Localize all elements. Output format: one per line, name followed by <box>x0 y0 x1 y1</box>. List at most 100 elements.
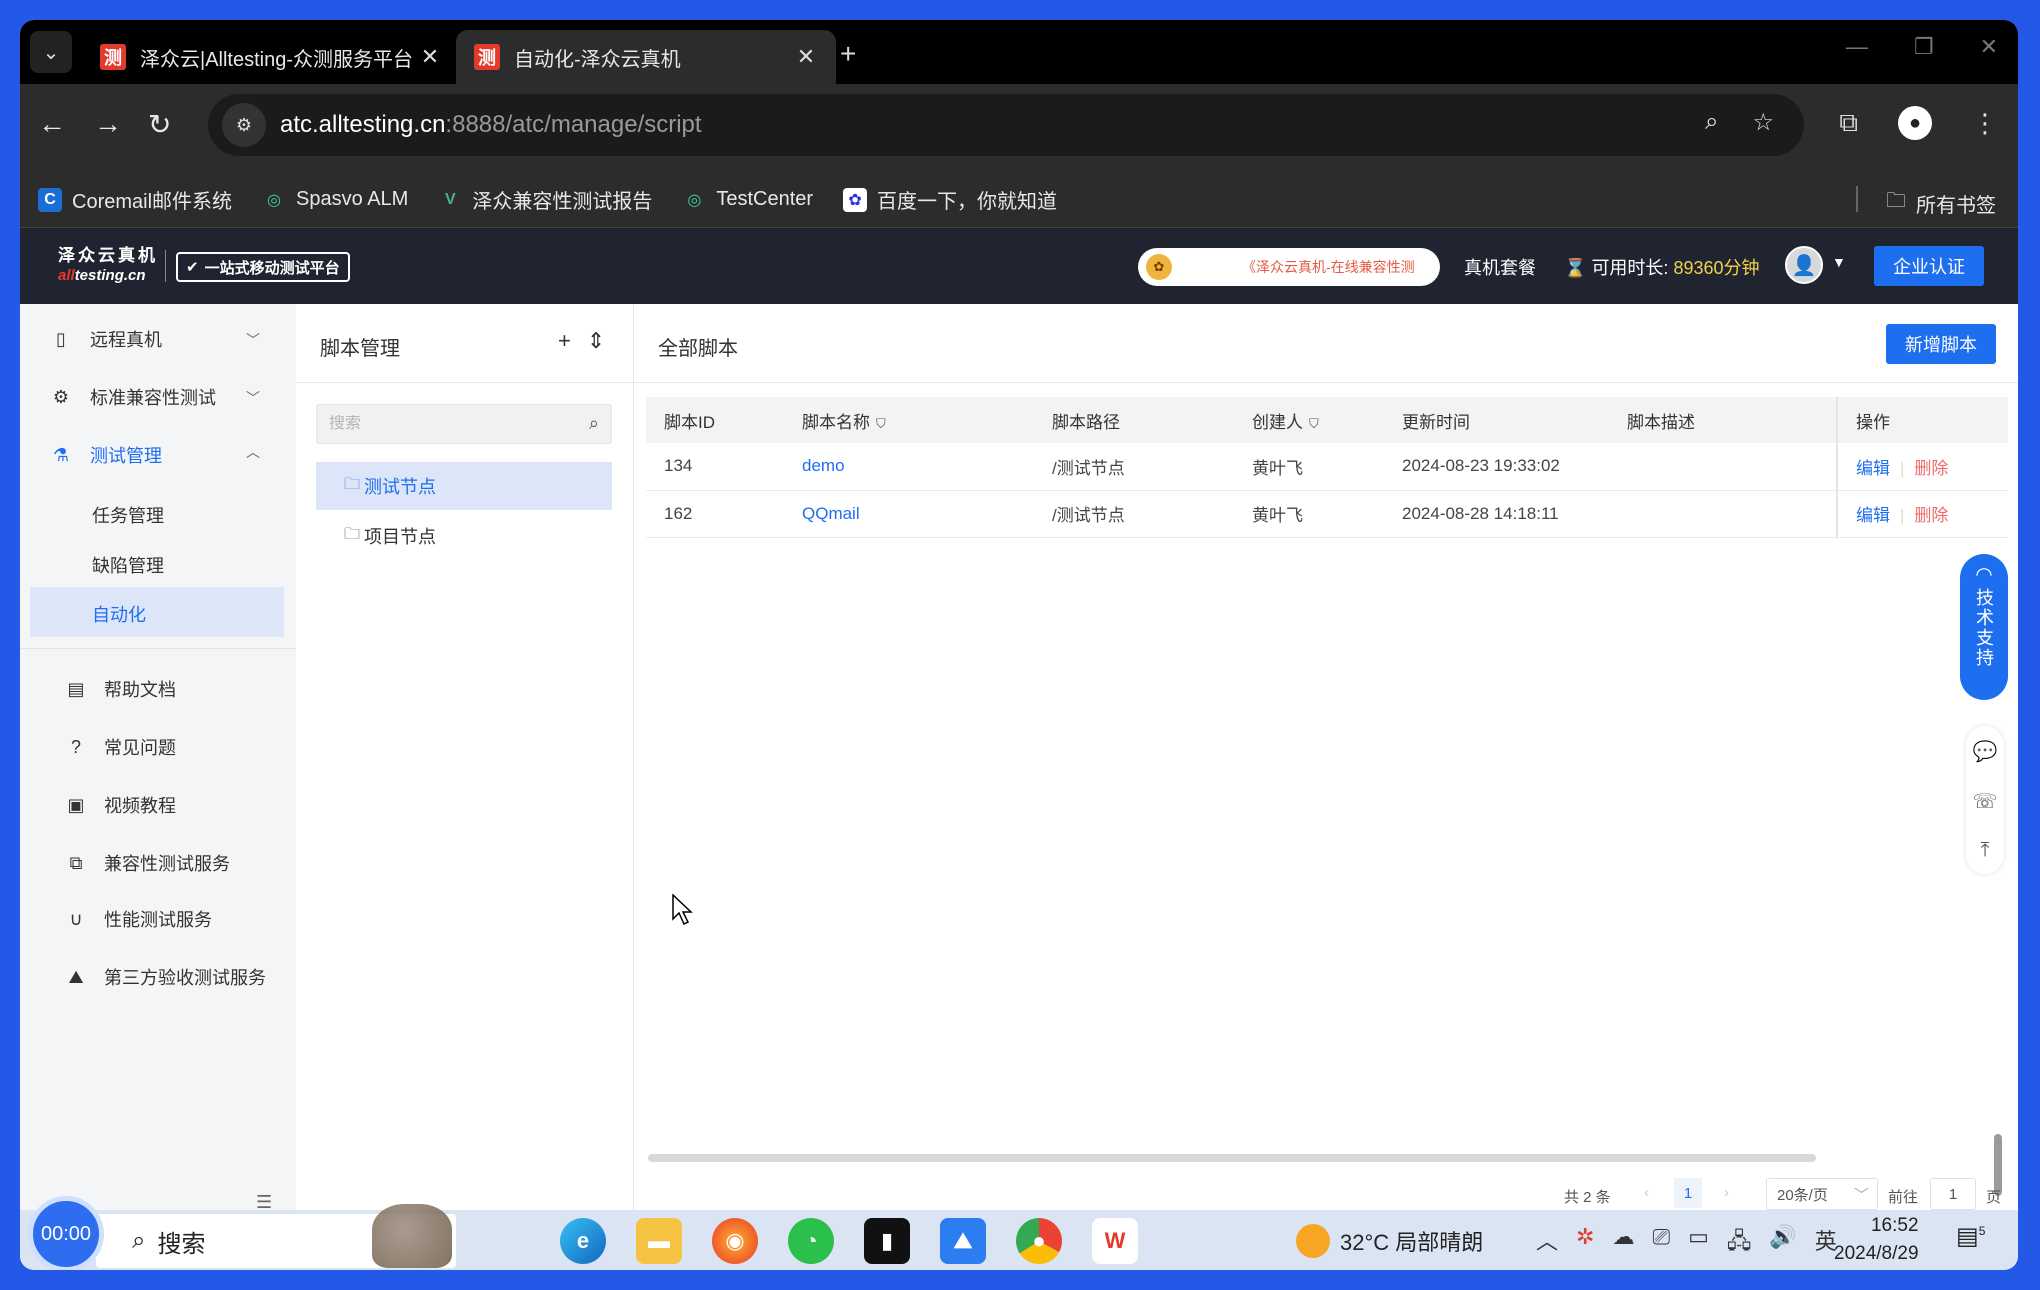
search-icon[interactable]: ⌕ <box>589 413 599 434</box>
chrome-icon[interactable]: ● <box>1016 1218 1062 1264</box>
tab-automation[interactable]: 测 自动化-泽众云真机 ✕ <box>456 30 836 84</box>
sidebar-item-automation[interactable]: 自动化 <box>30 587 284 637</box>
back-icon[interactable]: ← <box>38 108 66 140</box>
sidebar-item-defect-management[interactable]: 缺陷管理 <box>92 552 164 578</box>
next-page-icon[interactable]: › <box>1724 1184 1729 1201</box>
recording-timer[interactable]: 00:00 <box>28 1196 104 1270</box>
minimize-icon[interactable]: — <box>1846 34 1868 60</box>
sidebar-item-remote-device[interactable]: ▯ 远程真机 <box>50 326 162 352</box>
script-name-link[interactable]: demo <box>784 443 1034 491</box>
new-tab-button[interactable]: + <box>840 38 856 70</box>
zoom-icon[interactable]: ⌕ <box>1705 108 1718 137</box>
star-icon[interactable]: ☆ <box>1752 108 1774 137</box>
firefox-icon[interactable]: ◉ <box>712 1218 758 1264</box>
tree-search-field[interactable]: ⌕ <box>316 404 612 444</box>
sidebar-item-compat-test[interactable]: ⚙ 标准兼容性测试 <box>50 384 216 410</box>
weather-widget[interactable]: 32°C 局部晴朗 <box>1296 1224 1483 1258</box>
url-text[interactable]: atc.alltesting.cn:8888/atc/manage/script <box>280 111 702 139</box>
back-to-top-icon[interactable]: ⤒ <box>1981 839 1990 862</box>
taskbar-search[interactable]: ⌕ 搜索 <box>96 1204 456 1268</box>
bookmark-coremail[interactable]: C Coremail邮件系统 <box>38 185 232 214</box>
close-window-icon[interactable]: ✕ <box>1980 34 1998 60</box>
chevron-down-icon[interactable]: ﹀ <box>246 330 260 350</box>
chevron-down-icon[interactable]: ▼ <box>1832 254 1846 270</box>
magnet-icon: ∪ <box>69 908 83 929</box>
sidebar-item-task-management[interactable]: 任务管理 <box>92 502 164 528</box>
cloud-icon[interactable]: ☁ <box>1612 1224 1634 1262</box>
profile-icon[interactable]: ● <box>1898 106 1932 140</box>
reload-icon[interactable]: ↻ <box>148 108 171 141</box>
tab-alltesting[interactable]: 测 泽众云|Alltesting-众测服务平台 ✕ <box>82 30 460 84</box>
sidebar-item-perf-service[interactable]: ∪ 性能测试服务 <box>66 906 212 932</box>
notification-icon[interactable]: ▤5 <box>1956 1222 1985 1251</box>
chevron-up-icon[interactable]: ︿ <box>246 442 260 462</box>
logo[interactable]: 泽众云真机 alltesting.cn <box>58 246 158 286</box>
bookmark-compat-report[interactable]: V 泽众兼容性测试报告 <box>438 185 652 214</box>
horizontal-scrollbar[interactable] <box>648 1154 1816 1162</box>
sidebar: ▯ 远程真机 ﹀ ⚙ 标准兼容性测试 ﹀ ⚗ 测试管理 ︿ 任务管理 缺陷管理 自动化… <box>20 304 296 1230</box>
delete-link[interactable]: 删除 <box>1914 506 1948 525</box>
clock[interactable]: 16:52 2024/8/29 <box>1834 1212 1919 1268</box>
add-node-icon[interactable]: + <box>558 328 571 354</box>
app-tray-icon[interactable]: ✲ <box>1576 1224 1594 1262</box>
spasvo-icon: ◎ <box>267 191 282 209</box>
sidebar-item-video-tutorial[interactable]: ▣ 视频教程 <box>66 792 176 818</box>
tree-node-project[interactable]: 🗀 项目节点 <box>316 512 612 560</box>
sidebar-item-faq[interactable]: ? 常见问题 <box>66 734 176 760</box>
enterprise-cert-button[interactable]: 企业认证 <box>1874 246 1984 286</box>
restore-icon[interactable]: ❐ <box>1914 34 1934 60</box>
col-header-creator[interactable]: 创建人 ⛉ <box>1234 397 1384 443</box>
address-bar[interactable]: ⚙ atc.alltesting.cn:8888/atc/manage/scri… <box>208 94 1804 156</box>
extensions-icon[interactable]: ⧉ <box>1839 107 1858 139</box>
table-row: 134 demo /测试节点 黄叶飞 2024-08-23 19:33:02 编… <box>646 443 2008 491</box>
tree-search-input[interactable] <box>329 415 569 433</box>
network-icon[interactable]: 🖧 <box>1727 1224 1752 1262</box>
all-bookmarks[interactable]: 🗀 所有书签 <box>1886 186 1996 220</box>
script-name-link[interactable]: QQmail <box>784 490 1034 538</box>
volume-icon[interactable]: 🔊 <box>1769 1224 1796 1262</box>
terminal-icon[interactable]: ▮ <box>864 1218 910 1264</box>
display-icon[interactable]: ⎚ <box>1652 1224 1670 1262</box>
tree-node-test[interactable]: 🗀 测试节点 <box>316 462 612 510</box>
more-menu-icon[interactable]: ⋮ <box>1972 108 1998 139</box>
photos-icon[interactable]: ⛰ <box>940 1218 986 1264</box>
forward-icon[interactable]: → <box>94 108 122 140</box>
prev-page-icon[interactable]: ‹ <box>1644 1184 1649 1201</box>
announcement-marquee[interactable]: ✿ 《泽众云真机-在线兼容性测 <box>1138 248 1440 286</box>
delete-link[interactable]: 删除 <box>1914 459 1948 478</box>
sidebar-item-compat-service[interactable]: ⧉ 兼容性测试服务 <box>66 850 230 876</box>
filter-icon[interactable]: ⛉ <box>1309 416 1319 431</box>
phone-icon[interactable]: ☏ <box>1972 789 1997 814</box>
close-icon[interactable]: ✕ <box>794 44 818 70</box>
add-script-button[interactable]: 新增脚本 <box>1886 324 1996 364</box>
page-number[interactable]: 1 <box>1674 1178 1702 1208</box>
battery-icon[interactable]: ▭ <box>1688 1224 1709 1262</box>
expand-collapse-icon[interactable]: ⇕ <box>587 328 605 354</box>
col-header-name[interactable]: 脚本名称 ⛉ <box>784 397 1034 443</box>
avatar[interactable]: 👤 <box>1785 246 1823 284</box>
bookmark-spasvo-alm[interactable]: ◎ Spasvo ALM <box>262 188 408 212</box>
goto-page-input[interactable]: 1 <box>1930 1178 1976 1210</box>
page-label: 页 <box>1986 1189 2002 1206</box>
file-explorer-icon[interactable]: ▬ <box>636 1218 682 1264</box>
page-size-select[interactable]: 20条/页 ﹀ <box>1766 1178 1878 1210</box>
bookmark-baidu[interactable]: ✿ 百度一下，你就知道 <box>843 185 1057 214</box>
sidebar-item-help-docs[interactable]: ▤ 帮助文档 <box>66 676 176 702</box>
plan-link[interactable]: 真机套餐 <box>1464 254 1536 280</box>
chevron-down-icon[interactable]: ﹀ <box>246 388 260 408</box>
sidebar-item-test-management[interactable]: ⚗ 测试管理 <box>50 442 162 468</box>
sidebar-item-acceptance-service[interactable]: ⛰ 第三方验收测试服务 <box>66 964 266 990</box>
wechat-icon[interactable]: ◔ <box>788 1218 834 1264</box>
edit-link[interactable]: 编辑 <box>1856 506 1890 525</box>
filter-icon[interactable]: ⛉ <box>876 416 886 431</box>
bookmark-testcenter[interactable]: ◎ TestCenter <box>682 188 813 212</box>
chevron-up-icon[interactable]: ︿ <box>1536 1224 1558 1262</box>
tech-support-button[interactable]: ◠ 技术支持 <box>1960 554 2008 700</box>
close-icon[interactable]: ✕ <box>418 44 442 70</box>
edit-link[interactable]: 编辑 <box>1856 459 1890 478</box>
site-info-icon[interactable]: ⚙ <box>222 103 266 147</box>
chat-icon[interactable]: 💬 <box>1973 739 1998 764</box>
tab-search-button[interactable]: ⌄ <box>30 31 72 73</box>
wps-icon[interactable]: W <box>1092 1218 1138 1264</box>
edge-icon[interactable]: e <box>560 1218 606 1264</box>
